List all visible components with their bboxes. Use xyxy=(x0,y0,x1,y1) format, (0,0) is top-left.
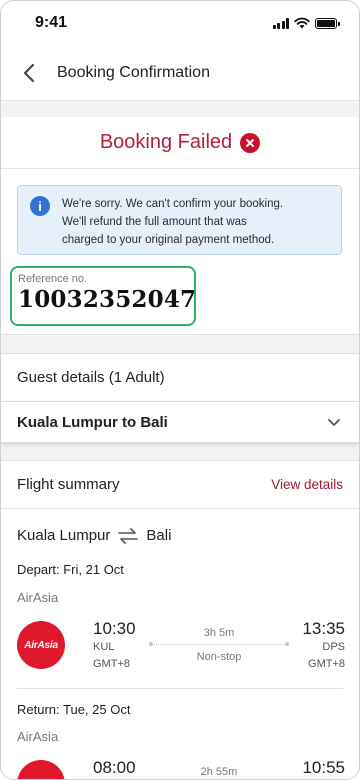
departure-time: 10:30 xyxy=(93,619,136,638)
flight-duration: 2h 55m xyxy=(200,766,238,778)
back-button[interactable] xyxy=(17,61,41,85)
flight-duration-info: 2h 55m xyxy=(149,766,289,778)
return-airline: AirAsia xyxy=(17,729,59,744)
flight-summary-title: Flight summary xyxy=(17,476,120,493)
route-label: Kuala Lumpur to Bali xyxy=(17,413,168,431)
departure-info: 10:30 KUL GMT+8 xyxy=(93,619,136,673)
return-date: Return: Tue, 25 Oct xyxy=(17,702,131,717)
reference-box: Reference no. 10032352047 xyxy=(10,266,196,326)
departure-airport-code: KUL xyxy=(93,641,115,653)
info-message-line: We're sorry. We can't confirm your booki… xyxy=(62,198,284,210)
airasia-logo xyxy=(17,760,65,779)
depart-flight-row: AirAsia 10:30 KUL GMT+8 3h 5m Non-stop 1… xyxy=(17,619,345,679)
departure-time: 08:00 xyxy=(93,758,136,777)
app-bar: Booking Confirmation xyxy=(1,45,359,101)
reference-label: Reference no. xyxy=(18,273,88,285)
arrival-airport-code: DPS xyxy=(322,641,345,653)
origin-city: Kuala Lumpur xyxy=(17,527,111,544)
route-dropdown[interactable]: Kuala Lumpur to Bali xyxy=(1,401,359,443)
page-title: Booking Confirmation xyxy=(57,63,210,81)
battery-icon xyxy=(315,17,340,29)
info-message-box: i We're sorry. We can't confirm your boo… xyxy=(17,185,342,255)
cellular-signal-icon xyxy=(272,17,289,29)
error-icon xyxy=(240,132,261,153)
flight-duration: 3h 5m xyxy=(203,627,235,639)
flight-summary-header: Flight summary View details xyxy=(1,461,359,509)
flight-duration-info: 3h 5m Non-stop xyxy=(149,627,289,663)
arrival-info: 13:35 DPS GMT+8 xyxy=(302,619,345,673)
wifi-icon xyxy=(294,17,310,29)
info-message-line: charged to your original payment method. xyxy=(62,234,275,246)
flight-summary-card: Flight summary View details Kuala Lumpur… xyxy=(1,460,359,779)
departure-timezone: GMT+8 xyxy=(93,658,130,670)
phone-frame: 9:41 Booking Confirmation Booking Failed xyxy=(0,0,360,780)
flight-stops: Non-stop xyxy=(196,651,242,663)
airasia-logo-text: AirAsia xyxy=(24,639,58,651)
status-header: Booking Failed xyxy=(1,117,359,169)
chevron-down-icon xyxy=(328,418,340,426)
reference-number: 10032352047 xyxy=(18,286,197,313)
return-flight-row: 08:00 2h 55m 10:55 xyxy=(17,758,345,779)
chevron-left-icon xyxy=(23,63,35,82)
status-title: Booking Failed xyxy=(99,131,233,153)
status-bar: 9:41 xyxy=(1,1,359,45)
info-message: We're sorry. We can't confirm your booki… xyxy=(62,195,283,254)
depart-airline: AirAsia xyxy=(17,590,59,605)
status-icons xyxy=(272,17,340,29)
divider xyxy=(17,688,343,689)
arrival-time: 10:55 xyxy=(302,758,345,777)
arrival-time: 13:35 xyxy=(302,619,345,638)
booking-status-card: Booking Failed i We're sorry. We can't c… xyxy=(1,117,359,335)
guest-details-row[interactable]: Guest details (1 Adult) xyxy=(1,353,359,401)
guest-details-label: Guest details (1 Adult) xyxy=(17,369,165,386)
departure-info: 08:00 xyxy=(93,758,136,778)
route-cities: Kuala Lumpur Bali xyxy=(17,527,171,544)
arrival-info: 10:55 xyxy=(302,758,345,778)
destination-city: Bali xyxy=(146,527,172,544)
airasia-logo: AirAsia xyxy=(17,621,65,669)
depart-date: Depart: Fri, 21 Oct xyxy=(17,562,124,577)
flight-path-line xyxy=(149,642,289,650)
view-details-link[interactable]: View details xyxy=(271,477,343,492)
round-trip-icon xyxy=(118,527,139,544)
info-message-line: We'll refund the full amount that was xyxy=(62,216,247,228)
arrival-timezone: GMT+8 xyxy=(308,658,345,670)
status-time: 9:41 xyxy=(35,14,68,31)
info-icon: i xyxy=(30,196,50,216)
